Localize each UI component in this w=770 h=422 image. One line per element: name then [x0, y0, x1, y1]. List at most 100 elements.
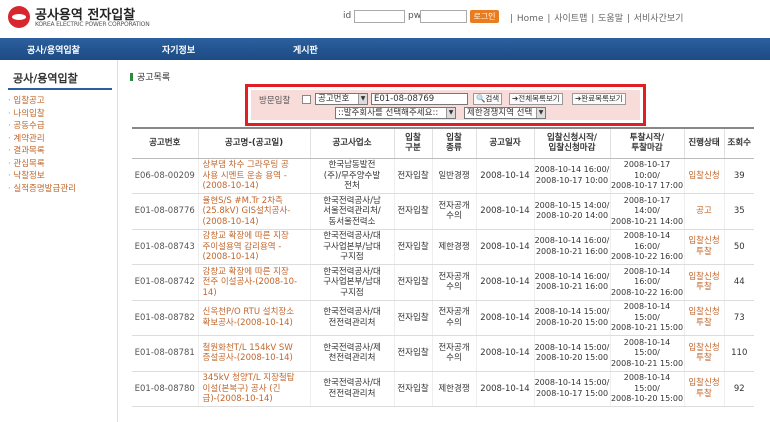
login-button[interactable]: 로그인: [470, 10, 499, 23]
table-header-row: 공고번호 공고명-(공고일) 공고사업소 입찰 구분 입찰 종류 공고일자 입찰신청시작/입찰신…: [132, 127, 754, 159]
col-notice-no-header: 공고번호: [132, 127, 198, 159]
server-time-link[interactable]: 서비사간보기: [634, 14, 684, 24]
bid-kind-cell: 전자공개 수의: [431, 193, 476, 230]
agency-select[interactable]: ::발주회사를 선택해주세요:: ▼: [335, 107, 456, 119]
office-cell: 한국남동발전 (주)/무주양수발 전처: [309, 158, 394, 194]
pw-input[interactable]: [420, 10, 467, 23]
notice-no-cell: E01-08-08776: [132, 193, 198, 230]
search-button[interactable]: 🔍검색: [473, 93, 503, 105]
col-bid-kind-header: 입찰 종류: [431, 127, 476, 159]
bid-kind-cell: 전자공개 수의: [431, 300, 476, 336]
visit-bid-checkbox[interactable]: [302, 95, 311, 104]
col-title-header: 공고명-(공고일): [197, 127, 310, 159]
notice-no-cell: E01-08-08742: [132, 264, 198, 301]
sidebar-item-contracts[interactable]: 계약관리: [8, 132, 76, 145]
views-cell: 50: [723, 229, 754, 265]
status-link[interactable]: 입찰신청 투찰: [683, 264, 724, 301]
notice-date-cell: 2008-10-14: [475, 193, 534, 230]
office-cell: 한국전력공사/대 전전력관리처: [309, 371, 394, 407]
table-row: E06-08-00209 상부댐 차수 그라우팅 공 사용 시멘트 운송 용역 -(…: [132, 158, 754, 194]
office-cell: 한국전력공사/남 서울전력관리처/동서울전력소: [309, 193, 394, 230]
apply-period-cell: 2008-10-15 14:00/2008-10-20 14:00: [533, 193, 610, 230]
notice-date-cell: 2008-10-14: [475, 158, 534, 194]
id-input[interactable]: [354, 10, 405, 23]
sidebar-item-certificates[interactable]: 실적증명발급관리: [8, 182, 76, 195]
sidebar-item-joint-supply[interactable]: 공동수급: [8, 119, 76, 132]
apply-period-cell: 2008-10-14 16:00/2008-10-17 10:00: [533, 158, 610, 194]
col-views-header: 조회수: [723, 127, 754, 159]
apply-period-cell: 2008-10-14 15:00/2008-10-20 15:00: [533, 335, 610, 372]
status-link[interactable]: 입찰신청 투찰: [683, 229, 724, 265]
sidebar-item-my-bids[interactable]: 나의입찰: [8, 107, 76, 120]
bid-type-cell: 전자입찰: [393, 229, 432, 265]
col-date-header: 공고일자: [475, 127, 534, 159]
notice-title-link[interactable]: 철원화천T/L 154kV SW 증설공사-(2008-10-14): [197, 335, 310, 372]
page-title: 공고목록: [130, 70, 170, 83]
table-row: E01-08-08743 강창교 확장에 따른 지장 주이설용역 감리용역 - (20…: [132, 229, 754, 265]
bid-type-cell: 전자입찰: [393, 300, 432, 336]
office-cell: 한국전력공사/제 천전력관리처: [309, 335, 394, 372]
notice-no-cell: E06-08-00209: [132, 158, 198, 194]
search-panel: 방문입찰 공고번호 ▼ E01-08-08769 🔍검색 ➔전체목록보기 ➔완료목…: [245, 84, 646, 126]
notice-no-cell: E01-08-08743: [132, 229, 198, 265]
nav-my-info[interactable]: 자기정보: [162, 43, 195, 56]
apply-period-cell: 2008-10-14 16:00/2008-10-21 16:00: [533, 229, 610, 265]
status-link[interactable]: 입찰신청: [683, 158, 724, 194]
nav-bidding[interactable]: 공사/용역입찰: [27, 43, 80, 56]
sidebar-item-favorites[interactable]: 관심목록: [8, 157, 76, 170]
notice-title-link[interactable]: 강창교 확장에 따른 지장 전주 이설공사-(2008-10- 14): [197, 264, 310, 301]
bid-type-cell: 전자입찰: [393, 335, 432, 372]
col-apply-period-header: 입찰신청시작/입찰신청마감: [533, 127, 610, 159]
views-cell: 39: [723, 158, 754, 194]
sidebar-item-award-info[interactable]: 낙찰정보: [8, 169, 76, 182]
bid-kind-cell: 전자공개 수의: [431, 264, 476, 301]
chevron-down-icon: ▼: [358, 94, 367, 104]
search-field-select[interactable]: 공고번호 ▼: [315, 93, 368, 105]
notice-title-link[interactable]: 345kV 청양T/L 지장철탑 이설(본복구) 공사 (긴 급)-(2008-10…: [197, 371, 310, 407]
sidebar-title: 공사/용역입찰: [13, 72, 78, 85]
notice-title-link[interactable]: 율현S/S #M.Tr 2차측 (25.8kV) GIS설치공사- (2008-10…: [197, 193, 310, 230]
logo[interactable]: 공사용역 전자입찰 KOREA ELECTRIC POWER CORPORATI…: [8, 4, 150, 30]
apply-period-cell: 2008-10-14 16:00/2008-10-21 16:00: [533, 264, 610, 301]
tender-period-cell: 2008-10-17 10:00/2008-10-17 17:00: [609, 158, 684, 194]
sidebar-item-results[interactable]: 결과목록: [8, 144, 76, 157]
top-header: 공사용역 전자입찰 KOREA ELECTRIC POWER CORPORATI…: [0, 0, 770, 34]
notice-title-link[interactable]: 상부댐 차수 그라우팅 공 사용 시멘트 운송 용역 - (2008-10-14): [197, 158, 310, 194]
help-link[interactable]: 도움말: [598, 14, 623, 24]
region-select[interactable]: 제한경쟁지역 선택 ▼: [464, 107, 546, 119]
status-link[interactable]: 입찰신청 투찰: [683, 300, 724, 336]
notice-title-link[interactable]: 신옥천P/O RTU 설치장소 확보공사-(2008-10-14): [197, 300, 310, 336]
home-link[interactable]: Home: [517, 14, 544, 24]
view-all-button[interactable]: ➔전체목록보기: [509, 93, 563, 105]
tender-period-cell: 2008-10-14 15:00/2008-10-21 15:00: [609, 335, 684, 372]
search-input[interactable]: E01-08-08769: [371, 93, 468, 105]
tender-period-cell: 2008-10-14 16:00/2008-10-22 16:00: [609, 229, 684, 265]
table-row: E01-08-08782 신옥천P/O RTU 설치장소 확보공사-(2008-10…: [132, 300, 754, 336]
kepco-logo-icon: [8, 6, 30, 28]
tender-period-cell: 2008-10-14 16:00/2008-10-22 16:00: [609, 264, 684, 301]
notice-title-link[interactable]: 강창교 확장에 따른 지장 주이설용역 감리용역 - (2008-10-14): [197, 229, 310, 265]
notice-no-cell: E01-08-08780: [132, 371, 198, 407]
views-cell: 92: [723, 371, 754, 407]
sidebar: 공사/용역입찰 입찰공고 나의입찰 공동수급 계약관리 결과목록 관심목록 낙찰…: [0, 60, 118, 422]
bid-notice-table: 공고번호 공고명-(공고일) 공고사업소 입찰 구분 입찰 종류 공고일자 입찰신청시작/입찰신…: [132, 127, 754, 407]
nav-board[interactable]: 게시판: [293, 43, 318, 56]
sidebar-item-notices[interactable]: 입찰공고: [8, 94, 76, 107]
bid-type-cell: 전자입찰: [393, 371, 432, 407]
status-link[interactable]: 입찰신청 투찰: [683, 371, 724, 407]
chevron-down-icon: ▼: [536, 108, 545, 118]
table-row: E01-08-08781 철원화천T/L 154kV SW 증설공사-(2008-1…: [132, 335, 754, 372]
bid-kind-cell: 제한경쟁: [431, 371, 476, 407]
status-link[interactable]: 공고: [683, 193, 724, 230]
notice-date-cell: 2008-10-14: [475, 229, 534, 265]
logo-subtitle: KOREA ELECTRIC POWER CORPORATION: [35, 21, 150, 28]
visit-bid-label: 방문입찰: [259, 96, 291, 106]
table-row: E01-08-08776 율현S/S #M.Tr 2차측 (25.8kV) GIS설…: [132, 193, 754, 230]
views-cell: 73: [723, 300, 754, 336]
sitemap-link[interactable]: 사이트맵: [554, 14, 587, 24]
view-completed-button[interactable]: ➔완료목록보기: [572, 93, 626, 105]
notice-date-cell: 2008-10-14: [475, 264, 534, 301]
bid-kind-cell: 일반경쟁: [431, 158, 476, 194]
office-cell: 한국전력공사/대 구사업본부/남대 구지점: [309, 229, 394, 265]
status-link[interactable]: 입찰신청 투찰: [683, 335, 724, 372]
